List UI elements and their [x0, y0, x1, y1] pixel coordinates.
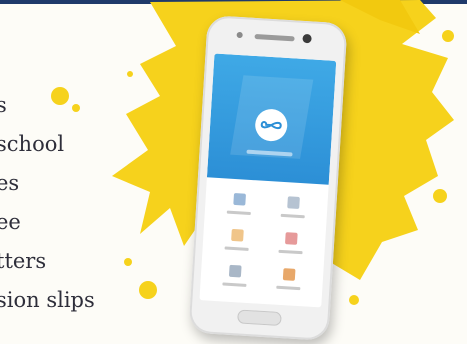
home-button[interactable] [237, 309, 282, 327]
tile-label [226, 210, 251, 216]
feature-line: s [0, 93, 7, 117]
proximity-sensor [236, 31, 243, 39]
tile-label [278, 249, 303, 255]
tile-label [224, 246, 249, 251]
tile-label [280, 213, 305, 219]
feature-line: school [0, 132, 65, 156]
calendar-icon [233, 192, 247, 206]
event-icon [228, 264, 242, 278]
feature-list: s school es ee tters sion slips [0, 86, 95, 320]
tile-label [222, 282, 247, 287]
grid-tile[interactable] [216, 224, 258, 260]
feature-line: tters [0, 249, 47, 273]
tile-label [276, 285, 301, 291]
grid-tile[interactable] [214, 260, 256, 296]
grid-tile[interactable] [272, 191, 314, 227]
app-splash-header [206, 53, 337, 185]
notice-icon [231, 228, 244, 242]
feature-line: sion slips [0, 288, 95, 312]
promo-banner: s school es ee tters sion slips [0, 0, 467, 344]
phone-screen [199, 53, 337, 308]
earpiece-speaker [254, 33, 295, 42]
gift-icon [282, 268, 296, 281]
feature-line: ee [0, 210, 21, 234]
feature-line: es [0, 171, 20, 195]
grid-tile[interactable] [218, 188, 260, 224]
feature-grid [206, 187, 328, 291]
grid-tile[interactable] [268, 263, 310, 299]
form-icon [284, 232, 298, 245]
smartphone [188, 15, 348, 341]
message-icon [287, 196, 300, 209]
grid-tile[interactable] [270, 227, 312, 263]
front-camera-icon [302, 33, 312, 44]
